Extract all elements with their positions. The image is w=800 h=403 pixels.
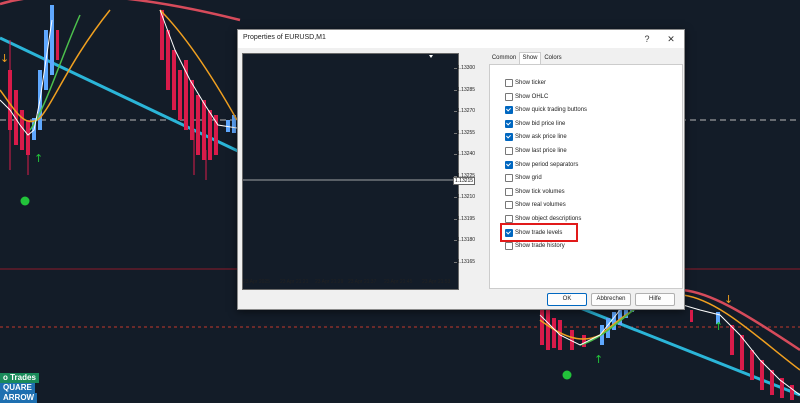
checkbox[interactable] xyxy=(505,215,513,223)
checkbox[interactable] xyxy=(505,106,513,115)
checkbox[interactable] xyxy=(505,160,513,169)
option-show-ask-price-line[interactable]: Show ask price line xyxy=(505,132,567,142)
option-show-bid-price-line[interactable]: Show bid price line xyxy=(505,119,565,129)
option-show-ticker[interactable]: Show ticker xyxy=(505,78,546,88)
time-tick-label: 23 Apr 21:53 xyxy=(422,279,451,285)
ma-orange-line xyxy=(0,9,238,123)
dialog-titlebar[interactable]: Properties of EURUSD,M1 ? ✕ xyxy=(238,30,684,48)
close-icon[interactable]: ✕ xyxy=(664,32,678,46)
indicator-badge-line2: QUARE xyxy=(0,383,35,393)
checkbox-label: Show real volumes xyxy=(515,202,566,209)
checkbox-label: Show object descriptions xyxy=(515,216,582,222)
price-line-white xyxy=(0,9,238,136)
option-show-period-separators[interactable]: Show period separators xyxy=(505,160,578,170)
option-show-real-volumes[interactable]: Show real volumes xyxy=(505,200,566,210)
price-tick-label: 1.13240 xyxy=(453,151,476,157)
tab-colors[interactable]: Colors xyxy=(541,53,565,64)
checkbox[interactable] xyxy=(505,119,513,128)
checkbox[interactable] xyxy=(505,242,513,251)
checkbox-label: Show trade history xyxy=(515,243,565,250)
checkbox[interactable] xyxy=(505,201,513,210)
checkbox-label: Show last price line xyxy=(515,148,567,154)
price-tick-label: 1.13255 xyxy=(453,129,476,136)
ma-red-line xyxy=(0,0,241,22)
highlight-box xyxy=(500,223,578,242)
checkbox[interactable] xyxy=(505,174,513,183)
properties-dialog: Properties of EURUSD,M1 ? ✕ 1.13300 1.132… xyxy=(237,29,685,310)
checkbox-label: Show tick volumes xyxy=(515,188,565,195)
checkbox[interactable] xyxy=(505,79,513,87)
price-tick-label: 1.13180 xyxy=(453,237,476,243)
price-tick-label: 1.13195 xyxy=(453,215,476,222)
signal-dot-icon xyxy=(20,196,30,206)
price-tick-label: 1.13165 xyxy=(453,258,476,265)
time-tick-label: 23 Apr 21:45 xyxy=(384,279,413,285)
up-arrow-icon: ↑ xyxy=(594,353,603,366)
help-icon[interactable]: ? xyxy=(640,32,654,46)
price-tick-label: 1.13270 xyxy=(453,108,476,114)
up-arrow-icon: ↑ xyxy=(714,320,723,333)
cancel-button[interactable]: Abbrechen xyxy=(591,293,631,306)
price-tick-label: 1.13300 xyxy=(453,65,476,71)
checkbox-label: Show bid price line xyxy=(515,120,566,127)
price-tick-label: 1.13285 xyxy=(453,86,476,93)
time-tick-label: 23 Apr 21:29 xyxy=(315,279,344,285)
option-show-tick-volumes[interactable]: Show tick volumes xyxy=(505,187,565,197)
checkbox-label: Show ask price line xyxy=(515,134,567,141)
ok-button[interactable]: OK xyxy=(547,293,587,306)
indicator-badge-line3: ARROW xyxy=(0,393,38,403)
time-tick-label: 23 Apr 21:37 xyxy=(348,279,377,285)
checkbox-label: Show period separators xyxy=(515,161,579,168)
checkbox-label: Show OHLC xyxy=(515,93,549,100)
candles-right xyxy=(540,296,794,400)
checkbox-label: Show quick trading buttons xyxy=(515,107,588,114)
indicator-badge-line1: o Trades xyxy=(0,373,39,383)
checkbox[interactable] xyxy=(505,133,513,142)
chart-preview xyxy=(242,53,459,290)
dialog-title: Properties of EURUSD,M1 xyxy=(243,34,326,41)
option-show-ohlc[interactable]: Show OHLC xyxy=(505,92,548,102)
checkbox[interactable] xyxy=(505,92,513,101)
down-arrow-icon: ↓ xyxy=(724,293,733,306)
signal-dot-icon xyxy=(562,370,572,380)
option-show-last-price-line[interactable]: Show last price line xyxy=(505,146,567,156)
checkbox[interactable] xyxy=(505,147,513,155)
option-show-trade-history[interactable]: Show trade history xyxy=(505,241,565,251)
current-price-label: 1.13215 xyxy=(453,177,476,185)
option-show-grid[interactable]: Show grid xyxy=(505,173,542,183)
down-arrow-icon: ↓ xyxy=(0,52,9,65)
checkbox-label: Show ticker xyxy=(515,80,547,86)
option-show-quick-trading-buttons[interactable]: Show quick trading buttons xyxy=(505,105,587,115)
checkbox[interactable] xyxy=(505,187,513,196)
up-arrow-icon: ↑ xyxy=(34,152,43,165)
checkbox-label: Show grid xyxy=(515,175,542,182)
tab-common[interactable]: Common xyxy=(489,53,519,64)
time-tick-label: 23 Apr 21:21 xyxy=(280,279,309,285)
price-tick-label: 1.13210 xyxy=(453,194,476,200)
time-tick-label: 23 Apr 2025 xyxy=(243,279,270,285)
help-button[interactable]: Hilfe xyxy=(635,293,675,306)
